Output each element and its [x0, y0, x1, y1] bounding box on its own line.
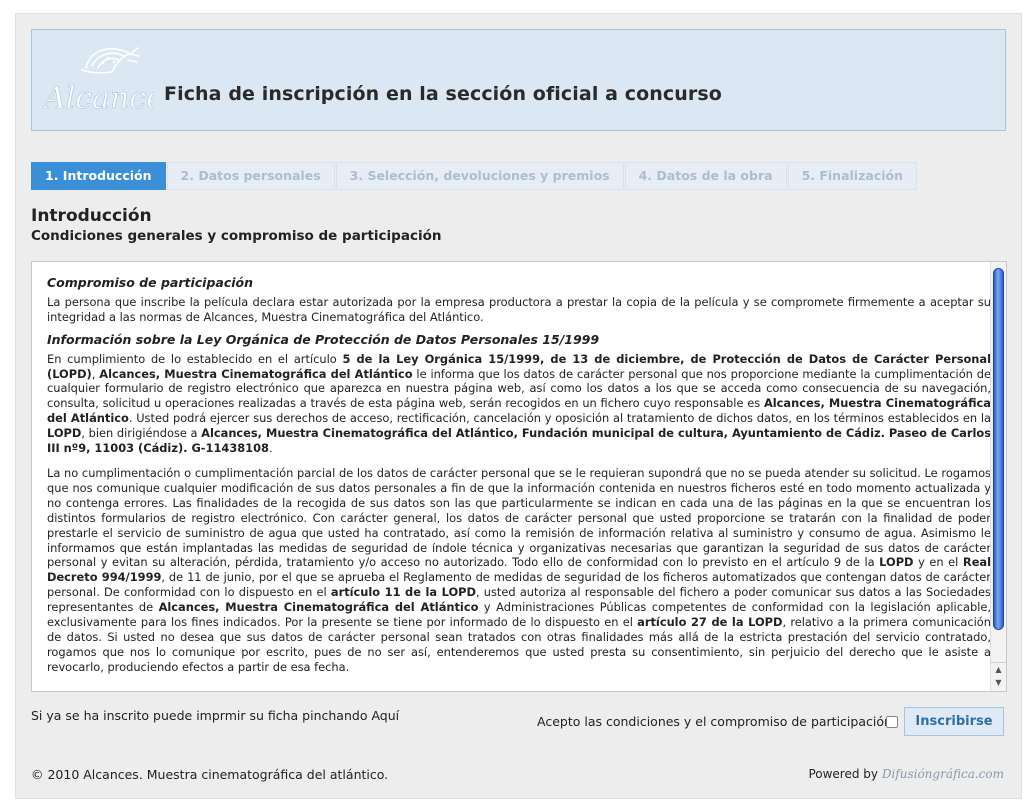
accept-terms-checkbox[interactable] [886, 716, 898, 728]
print-form-note[interactable]: Si ya se ha inscrito puede imprmir su fi… [31, 708, 399, 723]
scrollbar-thumb[interactable] [993, 268, 1004, 630]
tab-seleccion-devoluciones-premios[interactable]: 3. Selección, devoluciones y premios [335, 162, 624, 190]
page-container: Alcances Ficha de inscripción en la secc… [15, 13, 1022, 799]
tab-datos-personales[interactable]: 2. Datos personales [166, 162, 335, 190]
terms-scrollbar[interactable]: ▲ ▼ [990, 262, 1006, 691]
header-banner: Alcances Ficha de inscripción en la secc… [31, 29, 1006, 131]
powered-by-label: Powered by [808, 767, 878, 781]
terms-scroll-box[interactable]: Compromiso de participación La persona q… [31, 261, 1007, 692]
shell-logo-icon: Alcances [41, 47, 180, 116]
scroll-down-arrow-icon[interactable]: ▼ [991, 676, 1006, 690]
wizard-tabs: 1. Introducción 2. Datos personales 3. S… [31, 162, 918, 190]
terms-content: Compromiso de participación La persona q… [47, 275, 992, 675]
terms-paragraph-data-processing: La no cumplimentación o cumplimentación … [47, 465, 992, 674]
section-title: Introducción [31, 206, 152, 226]
page-title: Ficha de inscripción en la sección ofici… [164, 83, 722, 105]
accept-terms-label: Acepto las condiciones y el compromiso d… [537, 714, 892, 729]
tab-finalizacion[interactable]: 5. Finalización [787, 162, 917, 190]
terms-heading-lopd: Información sobre la Ley Orgánica de Pro… [47, 331, 600, 347]
terms-paragraph-commitment: La persona que inscribe la película decl… [47, 294, 991, 324]
scroll-up-arrow-icon[interactable]: ▲ [991, 662, 1006, 676]
powered-by-brand-link[interactable]: Difusióngráfica.com [882, 767, 1004, 781]
footer-copyright: © 2010 Alcances. Muestra cinematográfica… [31, 767, 389, 782]
section-subtitle: Condiciones generales y compromiso de pa… [31, 228, 442, 244]
terms-heading-commitment: Compromiso de participación [47, 275, 254, 290]
tab-datos-obra[interactable]: 4. Datos de la obra [624, 162, 787, 190]
inscribirse-button[interactable]: Inscribirse [904, 707, 1004, 736]
alcances-logo: Alcances [41, 38, 180, 122]
tab-introduccion[interactable]: 1. Introducción [31, 162, 166, 190]
footer-powered-by: Powered by Difusióngráfica.com [808, 767, 1004, 781]
logo-text: Alcances [42, 81, 154, 116]
terms-paragraph-lopd: En cumplimiento de lo establecido en el … [47, 351, 992, 456]
